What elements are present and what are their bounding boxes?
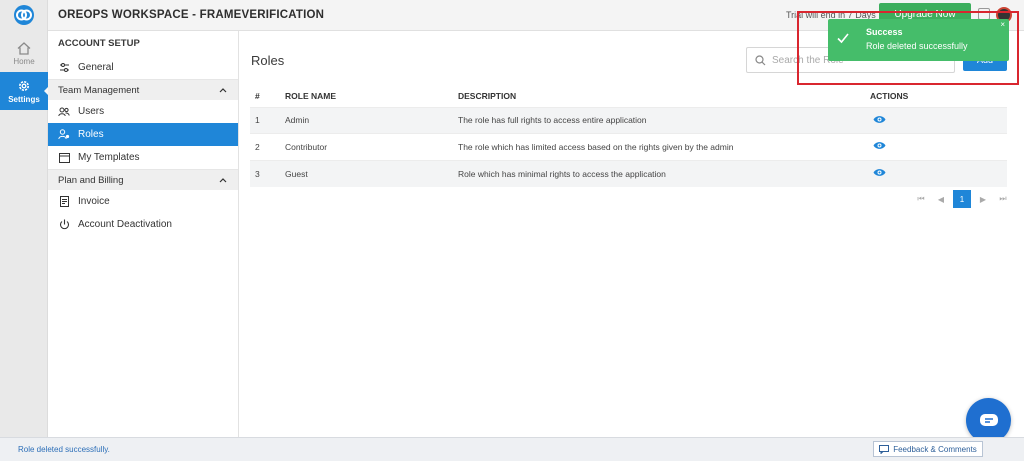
feedback-button[interactable]: Feedback & Comments: [873, 441, 983, 457]
rail-home[interactable]: Home: [0, 34, 48, 74]
settings-sidebar: ACCOUNT SETUP General Team Management Us…: [48, 31, 239, 437]
feedback-label: Feedback & Comments: [893, 444, 977, 454]
user-gear-icon: [58, 129, 70, 141]
search-icon: [755, 54, 766, 65]
users-icon: [58, 106, 70, 118]
sliders-icon: [58, 62, 70, 74]
template-icon: [58, 152, 70, 164]
sidebar-heading: ACCOUNT SETUP: [58, 38, 140, 49]
role-description: The role which has limited access based …: [458, 133, 870, 160]
prev-page-button[interactable]: ◀: [931, 195, 951, 204]
sidebar-group-label: Plan and Billing: [58, 174, 124, 186]
eye-icon[interactable]: [873, 115, 886, 124]
gear-icon: [19, 80, 29, 91]
role-name: Contributor: [285, 133, 458, 160]
row-number: 2: [250, 133, 285, 160]
table-row: 3 Guest Role which has minimal rights to…: [250, 159, 1007, 187]
page-title: Roles: [251, 53, 285, 68]
role-name: Admin: [285, 106, 458, 134]
column-header-number: #: [255, 90, 260, 101]
table-row: 2 Contributor The role which has limited…: [250, 133, 1007, 160]
table-row: 1 Admin The role has full rights to acce…: [250, 106, 1007, 134]
roles-panel: Roles Add # ROLE NAME DESCRIPTION ACTION…: [239, 31, 1024, 437]
column-header-actions: ACTIONS: [870, 90, 909, 101]
app-logo-icon: [14, 5, 34, 25]
row-number: 3: [250, 159, 285, 187]
column-header-description: DESCRIPTION: [458, 90, 517, 101]
sidebar-group-team[interactable]: Team Management: [48, 79, 238, 100]
sidebar-item-deactivation[interactable]: Account Deactivation: [48, 213, 238, 236]
sidebar-item-label: Users: [78, 106, 105, 117]
sidebar-item-label: General: [78, 62, 114, 73]
sidebar-item-general[interactable]: General: [48, 56, 238, 79]
next-page-button[interactable]: ▶: [973, 195, 993, 204]
app-rail: Home Settings: [0, 0, 49, 437]
column-header-role-name: ROLE NAME: [285, 90, 336, 101]
role-name: Guest: [285, 159, 458, 187]
role-description: Role which has minimal rights to access …: [458, 159, 870, 187]
rail-home-label: Home: [13, 57, 35, 66]
rail-settings[interactable]: Settings: [0, 72, 48, 110]
sidebar-item-label: Invoice: [78, 196, 110, 207]
sidebar-item-invoice[interactable]: Invoice: [48, 190, 238, 213]
home-icon: [17, 42, 31, 55]
power-icon: [58, 219, 70, 231]
chevron-up-icon: [219, 178, 227, 183]
highlight-box: [797, 11, 1019, 85]
status-bar: Role deleted successfully. Feedback & Co…: [0, 437, 1024, 461]
row-actions: [870, 106, 1007, 134]
role-description: The role has full rights to access entir…: [458, 106, 870, 134]
current-page[interactable]: 1: [953, 190, 971, 208]
sidebar-group-label: Team Management: [58, 84, 140, 96]
sidebar-item-label: Roles: [78, 129, 104, 140]
eye-icon[interactable]: [873, 141, 886, 150]
pagination: ⏮ ◀ 1 ▶ ⏭: [911, 190, 1013, 208]
chevron-up-icon: [219, 88, 227, 93]
workspace-title: OREOPS WORKSPACE - FRAMEVERIFICATION: [58, 9, 325, 21]
status-message: Role deleted successfully.: [18, 445, 110, 454]
chat-icon: [979, 413, 998, 426]
sidebar-item-templates[interactable]: My Templates: [48, 146, 238, 169]
sidebar-group-billing[interactable]: Plan and Billing: [48, 169, 238, 190]
sidebar-item-label: My Templates: [78, 152, 140, 163]
roles-table: # ROLE NAME DESCRIPTION ACTIONS 1 Admin …: [250, 85, 1007, 187]
sidebar-item-roles[interactable]: Roles: [48, 123, 238, 146]
table-header-row: # ROLE NAME DESCRIPTION ACTIONS: [250, 85, 1007, 107]
row-actions: [870, 159, 1007, 187]
first-page-button[interactable]: ⏮: [911, 194, 931, 204]
last-page-button[interactable]: ⏭: [993, 194, 1013, 204]
invoice-icon: [58, 196, 70, 208]
rail-settings-label: Settings: [8, 94, 40, 104]
sidebar-item-users[interactable]: Users: [48, 100, 238, 123]
sidebar-item-label: Account Deactivation: [78, 219, 172, 230]
eye-icon[interactable]: [873, 168, 886, 177]
comment-icon: [879, 444, 890, 454]
row-number: 1: [250, 106, 285, 134]
row-actions: [870, 133, 1007, 160]
